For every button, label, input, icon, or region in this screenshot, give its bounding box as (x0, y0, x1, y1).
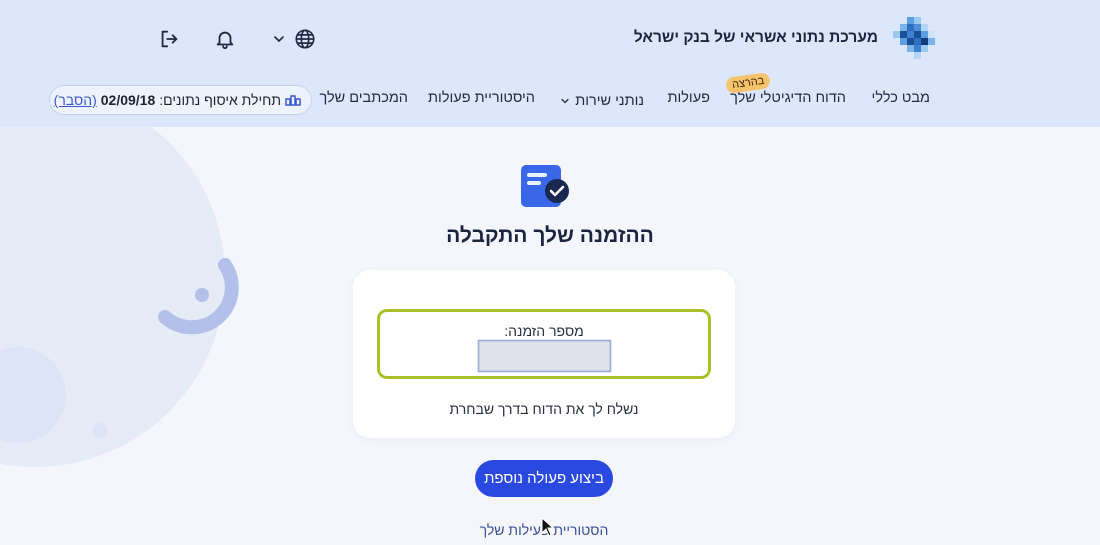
background-decoration (0, 127, 239, 467)
mouse-cursor-icon (541, 517, 555, 537)
bank-logo (893, 17, 935, 59)
nav-activity-history[interactable]: היסטוריית פעולות (428, 90, 535, 112)
top-header: מערכת נתוני אשראי של בנק ישראל מבט כללי … (0, 0, 1100, 127)
confirmation-title: ההזמנה שלך התקבלה (446, 224, 654, 247)
chevron-down-icon (561, 98, 569, 104)
nav-service-providers[interactable]: נותני שירות (559, 90, 644, 112)
bell-icon[interactable] (213, 27, 237, 51)
order-number-box: מספר הזמנה: (377, 309, 711, 379)
nav-overview[interactable]: מבט כללי (872, 90, 930, 112)
data-collection-date: 02/09/18 (100, 92, 156, 108)
order-number-value (478, 340, 611, 372)
order-number-label: מספר הזמנה: (504, 323, 584, 339)
explain-link[interactable]: (הסבר) (54, 92, 97, 108)
nav-your-letters[interactable]: המכתבים שלך (319, 90, 408, 112)
data-collection-pill: תחילת איסוף נתונים: 02/09/18 (הסבר) (49, 85, 312, 115)
globe-icon[interactable] (293, 27, 317, 51)
chevron-down-icon[interactable] (267, 27, 291, 51)
nav-digital-report[interactable]: הדוח הדיגיטלי שלך (730, 90, 846, 112)
another-action-button[interactable]: ביצוע פעולה נוספת (475, 460, 613, 497)
nav-actions[interactable]: פעולות (667, 90, 710, 112)
database-icon (285, 95, 301, 106)
brand-title: מערכת נתוני אשראי של בנק ישראל (633, 29, 878, 46)
document-check-icon (521, 165, 569, 207)
data-collection-label: תחילת איסוף נתונים: (159, 92, 281, 108)
nav-service-providers-label: נותני שירות (575, 93, 644, 109)
logout-icon[interactable] (157, 27, 181, 51)
order-card: מספר הזמנה: נשלח לך את הדוח בדרך שבחרת (353, 270, 735, 438)
delivery-note: נשלח לך את הדוח בדרך שבחרת (449, 401, 639, 417)
